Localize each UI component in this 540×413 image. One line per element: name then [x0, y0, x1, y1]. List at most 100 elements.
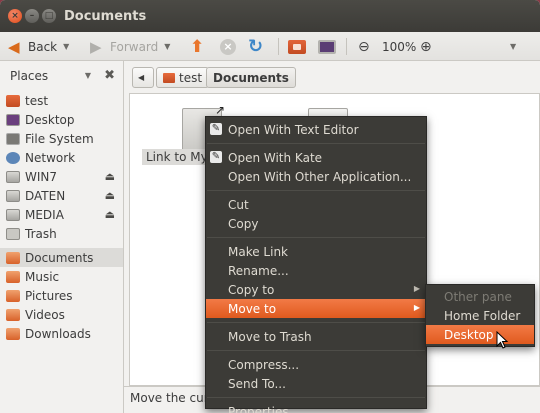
sidebar-heading: Places: [10, 69, 49, 83]
stop-button[interactable]: ×: [220, 36, 236, 57]
menu-item-label: Move to Trash: [228, 329, 312, 344]
menu-item-move-to-trash[interactable]: Move to Trash: [206, 327, 426, 346]
menu-item-copy-to[interactable]: Copy to ▶: [206, 280, 426, 299]
zoom-in-button[interactable]: ⊕: [420, 36, 432, 57]
sidebar-item-label: File System: [25, 131, 94, 146]
drive-icon: [6, 170, 20, 183]
sidebar-item-documents[interactable]: Documents: [0, 248, 123, 267]
menu-item-copy[interactable]: Copy: [206, 214, 426, 233]
kate-icon: ✎: [210, 151, 222, 163]
menu-item-label: Cut: [228, 197, 249, 212]
sidebar-item-test[interactable]: test: [0, 91, 123, 110]
eject-icon[interactable]: ⏏: [105, 208, 115, 221]
menu-item-label: Copy: [228, 216, 259, 231]
sidebar-item-label: Videos: [25, 307, 65, 322]
context-menu: ✎ Open With Text Editor ✎ Open With Kate…: [205, 116, 427, 413]
path-scroll-left-button[interactable]: ◀: [132, 67, 154, 88]
toolbar-overflow-button[interactable]: ▼: [510, 36, 516, 57]
computer-button[interactable]: [318, 36, 336, 57]
menu-item-label: Compress...: [228, 357, 300, 372]
forward-button[interactable]: ▶ Forward ▼: [90, 36, 170, 57]
sidebar-item-label: Documents: [25, 250, 94, 265]
menu-item-properties[interactable]: Properties: [206, 402, 426, 413]
sidebar-item-label: MEDIA: [25, 207, 64, 222]
sidebar-item-label: WIN7: [25, 169, 58, 184]
menu-separator: [207, 322, 425, 323]
sidebar-type-chevron-icon[interactable]: ▼: [85, 71, 91, 80]
submenu-item-home-folder[interactable]: Home Folder: [426, 306, 534, 325]
menu-item-cut[interactable]: Cut: [206, 195, 426, 214]
menu-item-label: Move to: [228, 301, 277, 316]
window-close-button[interactable]: ×: [8, 9, 22, 23]
sidebar-item-network[interactable]: Network: [0, 148, 123, 167]
menu-separator: [207, 237, 425, 238]
menu-item-compress[interactable]: Compress...: [206, 355, 426, 374]
menu-item-send-to[interactable]: Send To...: [206, 374, 426, 393]
menu-item-open-with-other[interactable]: Open With Other Application...: [206, 167, 426, 186]
sidebar-item-file-system[interactable]: File System: [0, 129, 123, 148]
path-crumb-test[interactable]: test: [156, 67, 210, 88]
chevron-left-icon: ◀: [138, 73, 145, 82]
sidebar-item-desktop[interactable]: Desktop: [0, 110, 123, 129]
menu-item-label: Rename...: [228, 263, 289, 278]
window-maximize-button[interactable]: □: [42, 9, 56, 23]
sidebar-item-videos[interactable]: Videos: [0, 305, 123, 324]
sidebar-item-label: test: [25, 93, 49, 108]
menu-item-move-to[interactable]: Move to ▶: [206, 299, 426, 318]
menu-item-make-link[interactable]: Make Link: [206, 242, 426, 261]
eject-icon[interactable]: ⏏: [105, 170, 115, 183]
file-label[interactable]: Link to My: [142, 149, 212, 165]
menu-item-label: Desktop: [444, 327, 494, 342]
menu-separator: [207, 397, 425, 398]
sidebar-item-pictures[interactable]: Pictures: [0, 286, 123, 305]
menu-item-rename[interactable]: Rename...: [206, 261, 426, 280]
sidebar-item-media[interactable]: MEDIA ⏏: [0, 205, 123, 224]
up-arrow-icon: ⬆: [190, 36, 205, 57]
submenu-item-desktop[interactable]: Desktop: [426, 325, 534, 344]
sidebar-item-label: DATEN: [25, 188, 66, 203]
sidebar-item-win7[interactable]: WIN7 ⏏: [0, 167, 123, 186]
network-icon: [6, 151, 20, 164]
zoom-out-button[interactable]: ⊖: [358, 36, 370, 57]
chevron-down-icon: ▼: [510, 42, 517, 51]
up-button[interactable]: ⬆: [190, 36, 204, 57]
back-history-chevron-icon[interactable]: ▼: [63, 42, 69, 51]
link-arrow-icon: ↗: [214, 103, 225, 117]
sidebar-item-daten[interactable]: DATEN ⏏: [0, 186, 123, 205]
reload-button[interactable]: ↻: [248, 36, 263, 57]
window-minimize-button[interactable]: –: [25, 9, 39, 23]
sidebar-item-label: Pictures: [25, 288, 73, 303]
path-crumb-label: test: [179, 70, 203, 85]
harddisk-icon: [6, 132, 20, 145]
mouse-cursor-icon: [496, 331, 508, 349]
eject-icon[interactable]: ⏏: [105, 189, 115, 202]
forward-history-chevron-icon[interactable]: ▼: [164, 42, 170, 51]
sidebar-header: Places ▼ ✖: [0, 61, 123, 91]
videos-folder-icon: [6, 308, 20, 321]
sidebar-close-icon[interactable]: ✖: [104, 68, 115, 83]
menu-item-label: Make Link: [228, 244, 288, 259]
forward-button-label: Forward: [110, 39, 159, 54]
computer-icon: [318, 39, 336, 54]
sidebar-item-downloads[interactable]: Downloads: [0, 324, 123, 343]
titlebar: × – □ Documents: [0, 0, 540, 32]
sidebar: Places ▼ ✖ test Desktop File System Netw…: [0, 61, 124, 413]
menu-item-label: Open With Text Editor: [228, 122, 359, 137]
submenu-arrow-icon: ▶: [413, 303, 420, 312]
back-button[interactable]: ◀ Back ▼: [8, 36, 69, 57]
back-button-label: Back: [28, 39, 58, 54]
menu-separator: [207, 143, 425, 144]
toolbar-separator: [278, 38, 279, 55]
path-crumb-documents[interactable]: Documents: [206, 67, 296, 88]
menu-separator: [207, 190, 425, 191]
menu-item-label: Open With Kate: [228, 150, 323, 165]
menu-item-open-with-text-editor[interactable]: ✎ Open With Text Editor: [206, 120, 426, 139]
home-button[interactable]: [288, 36, 306, 57]
sidebar-item-trash[interactable]: Trash: [0, 224, 123, 243]
drive-icon: [6, 208, 20, 221]
menu-item-open-with-kate[interactable]: ✎ Open With Kate: [206, 148, 426, 167]
toolbar-separator: [346, 38, 347, 55]
forward-arrow-icon: ▶: [90, 37, 102, 56]
menu-item-label: Other pane: [444, 289, 512, 304]
sidebar-item-music[interactable]: Music: [0, 267, 123, 286]
